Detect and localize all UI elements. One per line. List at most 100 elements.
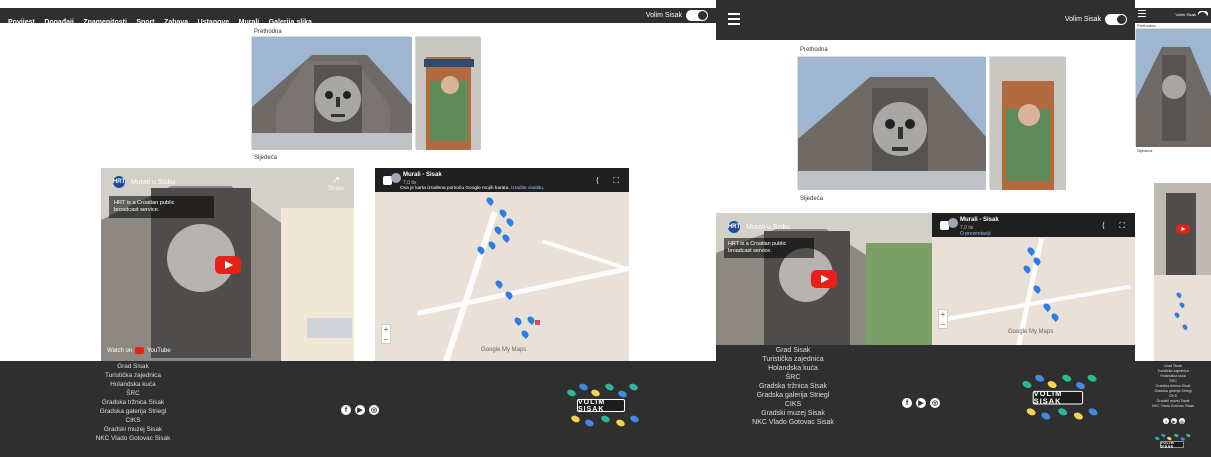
zoom-in-button[interactable]: + — [939, 310, 947, 320]
facebook-icon[interactable]: f — [1163, 418, 1169, 424]
footer-link[interactable]: Turistička zajednica — [1157, 369, 1188, 373]
zoom-out-button[interactable]: − — [939, 320, 947, 330]
footer-link[interactable]: ŠRC — [126, 390, 140, 397]
footer-link[interactable]: ŠRC — [786, 374, 801, 381]
play-button-icon[interactable] — [214, 255, 241, 274]
youtube-video-embed[interactable]: HRT Murali u Sisku ↗ Share HRT is a Croa… — [101, 168, 354, 361]
footer-link[interactable]: Gradska galerija Striegl — [757, 392, 830, 399]
facebook-icon[interactable]: f — [902, 398, 912, 408]
youtube-logo-icon — [135, 347, 145, 354]
map-pin[interactable] — [1181, 323, 1189, 331]
next-label[interactable]: Sljedeća — [1137, 148, 1152, 153]
youtube-video-embed[interactable] — [1154, 183, 1211, 275]
map-pin[interactable] — [1178, 301, 1186, 309]
map-square-marker[interactable] — [535, 320, 540, 325]
footer-link[interactable]: Gradska galerija Striegl — [1154, 389, 1191, 393]
youtube-video-embed[interactable]: HRT Murali u Sisku HRT is a Croatian pub… — [716, 213, 932, 345]
footer-link[interactable]: Gradski muzej Sisak — [1157, 399, 1190, 403]
map-note-link[interactable]: Izradite vlastitu. — [511, 186, 544, 191]
toggle-switch[interactable] — [1105, 14, 1127, 25]
nav-povijest[interactable]: Povijest — [8, 19, 35, 26]
prev-label[interactable]: Prethodna — [254, 29, 282, 35]
volim-sisak-toggle[interactable]: Volim Sisak — [1175, 11, 1208, 21]
footer-link[interactable]: CIKS — [1169, 394, 1177, 398]
footer-link[interactable]: Holandska kuća — [768, 365, 818, 372]
map-pin[interactable] — [1050, 312, 1060, 322]
map-pin[interactable] — [1175, 291, 1183, 299]
prev-label[interactable]: Prethodna — [800, 47, 828, 53]
instagram-icon[interactable]: ◎ — [1179, 418, 1185, 424]
footer-link[interactable]: Grad Sisak — [117, 363, 149, 370]
footer-link[interactable]: Holandska kuća — [1160, 374, 1186, 378]
footer-link[interactable]: Gradski muzej Sisak — [104, 426, 162, 433]
map-description[interactable]: O prezentaciji — [960, 231, 991, 237]
youtube-icon[interactable]: ▶ — [1171, 418, 1177, 424]
toggle-switch[interactable] — [1198, 11, 1208, 21]
footer-link[interactable]: NKC Vlado Gotovac Sisak — [1152, 404, 1194, 408]
map-pin[interactable] — [1042, 302, 1052, 312]
map-pin[interactable] — [505, 217, 515, 227]
footer-link[interactable]: Gradska galerija Striegl — [100, 408, 166, 415]
footer-link[interactable]: Turistička zajednica — [762, 356, 823, 363]
footer-link[interactable]: CIKS — [785, 401, 801, 408]
nav-dogadaji[interactable]: Događaji — [44, 19, 74, 26]
play-button-icon[interactable] — [1176, 224, 1189, 234]
map-pin[interactable] — [520, 329, 530, 339]
volim-sisak-toggle[interactable]: Volim Sisak — [1065, 14, 1127, 25]
volim-sisak-toggle[interactable]: Volim Sisak — [646, 10, 708, 21]
map-fullscreen-icon[interactable]: ⛶ — [613, 176, 619, 186]
footer-link[interactable]: ŠRC — [1169, 379, 1177, 383]
footer-link[interactable]: Gradska tržnica Sisak — [759, 383, 827, 390]
map-share-icon[interactable]: ⟨ — [1102, 221, 1105, 230]
footer-link[interactable]: Gradska tržnica Sisak — [102, 399, 164, 406]
map-pin[interactable] — [498, 208, 508, 218]
share-control[interactable]: ↗ Share — [328, 176, 344, 193]
map-pin[interactable] — [513, 316, 523, 326]
hamburger-menu-icon[interactable] — [1138, 10, 1146, 18]
nav-murali[interactable]: Murali — [239, 19, 260, 26]
nav-galerija[interactable]: Galerija slika — [269, 19, 312, 26]
hamburger-menu-icon[interactable] — [728, 13, 740, 25]
map-zoom-control[interactable]: + − — [938, 309, 948, 329]
footer: Grad Sisak Turistička zajednica Holandsk… — [716, 345, 1135, 457]
google-my-maps-embed[interactable] — [1154, 275, 1211, 361]
map-pin[interactable] — [1173, 311, 1181, 319]
map-fullscreen-icon[interactable]: ⛶ — [1119, 221, 1125, 231]
map-pin[interactable] — [1032, 284, 1042, 294]
nav-ustanove[interactable]: Ustanove — [198, 19, 230, 26]
map-pin[interactable] — [501, 233, 511, 243]
nav-sport[interactable]: Sport — [136, 19, 154, 26]
next-label[interactable]: Sljedeća — [800, 196, 823, 202]
zoom-in-button[interactable]: + — [382, 325, 390, 335]
play-button-icon[interactable] — [811, 270, 837, 288]
footer-link[interactable]: Turistička zajednica — [105, 372, 161, 379]
footer-link[interactable]: NKC Vlado Gotovac Sisak — [752, 419, 834, 426]
footer-link[interactable]: NKC Vlado Gotovac Sisak — [96, 435, 171, 442]
nav-zabava[interactable]: Zabava — [164, 19, 188, 26]
footer-link[interactable]: Grad Sisak — [776, 347, 811, 354]
hrt-logo-icon: HRT — [728, 221, 740, 233]
zoom-out-button[interactable]: − — [382, 335, 390, 345]
footer-link[interactable]: Gradski muzej Sisak — [761, 410, 825, 417]
footer-link[interactable]: Holandska kuća — [110, 381, 155, 388]
instagram-icon[interactable]: ◎ — [369, 405, 379, 415]
toggle-switch[interactable] — [686, 10, 708, 21]
youtube-icon[interactable]: ▶ — [916, 398, 926, 408]
map-pin[interactable] — [485, 196, 495, 206]
map-zoom-control[interactable]: + − — [381, 324, 391, 344]
next-label[interactable]: Sljedeća — [254, 155, 277, 161]
map-pin[interactable] — [493, 225, 503, 235]
footer-link[interactable]: CIKS — [126, 417, 141, 424]
google-my-maps-embed[interactable]: Murali - Sisak 7,0 tis ⟨ ⛶ Ova je karta … — [375, 168, 634, 366]
instagram-icon[interactable]: ◎ — [930, 398, 940, 408]
nav-znamenitosti[interactable]: Znamenitosti — [83, 19, 127, 26]
map-pin[interactable] — [487, 240, 497, 250]
map-share-icon[interactable]: ⟨ — [596, 176, 599, 185]
facebook-icon[interactable]: f — [341, 405, 351, 415]
watch-on-youtube[interactable]: Watch on YouTube — [107, 347, 171, 354]
footer-link[interactable]: Grad Sisak — [1164, 364, 1182, 368]
map-pin[interactable] — [494, 279, 504, 289]
youtube-icon[interactable]: ▶ — [355, 405, 365, 415]
google-my-maps-embed[interactable]: Murali - Sisak 7,0 tis ⟨ ⛶ O prezentacij… — [932, 213, 1135, 352]
footer-link[interactable]: Gradska tržnica Sisak — [1156, 384, 1191, 388]
